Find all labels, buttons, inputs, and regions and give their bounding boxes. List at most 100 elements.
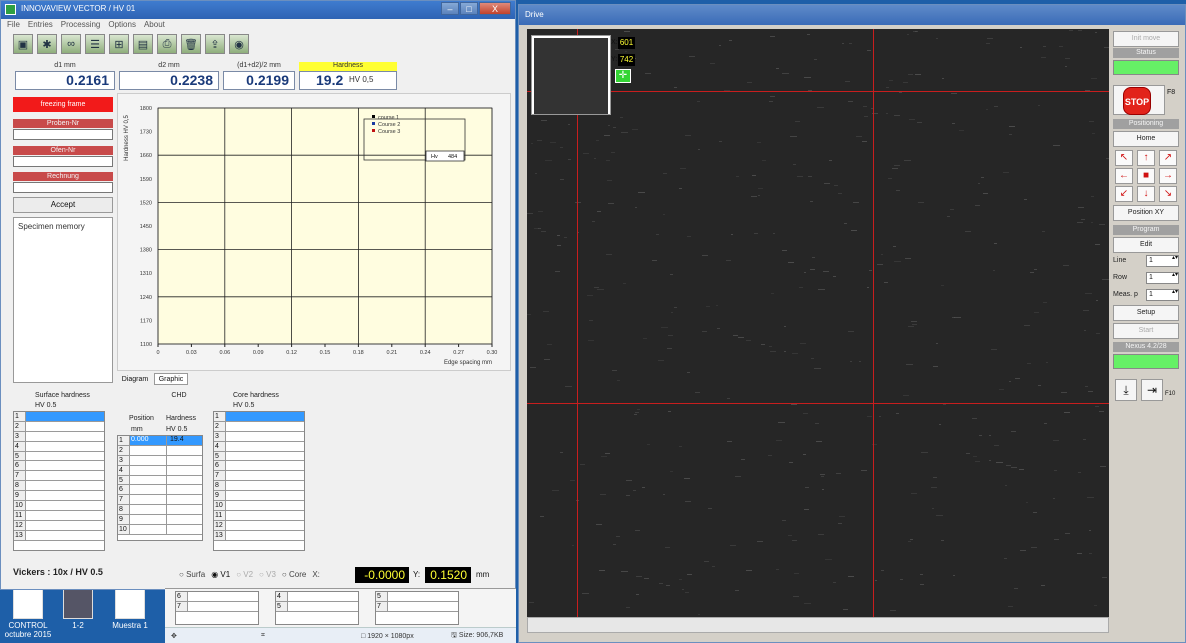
init-move-button[interactable]: Init move	[1113, 31, 1179, 47]
start-button[interactable]: Start	[1113, 323, 1179, 339]
table-row[interactable]: 1	[14, 412, 104, 422]
table-cell[interactable]	[26, 452, 104, 461]
arrow-up-left-icon[interactable]: ↖	[1115, 150, 1133, 166]
table-row[interactable]: 7	[118, 495, 203, 506]
table-row[interactable]: 3	[118, 455, 203, 466]
table-cell[interactable]	[165, 465, 203, 475]
table-cell[interactable]	[130, 495, 166, 504]
arrow-down-left-icon[interactable]: ↙	[1115, 186, 1133, 202]
table-cell[interactable]	[165, 455, 203, 465]
radio-v3[interactable]: ○ V3	[259, 570, 276, 579]
arrow-left-icon[interactable]: ←	[1115, 168, 1133, 184]
menu-entries[interactable]: Entries	[28, 20, 53, 32]
table-row[interactable]: 13	[214, 530, 304, 541]
explorer-table-3[interactable]: 5 7	[375, 591, 459, 625]
line-spinner[interactable]: 1	[1146, 255, 1179, 267]
overview-thumbnail[interactable]	[531, 35, 611, 115]
desktop-icon-control[interactable]: CONTROL octubre 2015	[2, 589, 54, 639]
table-cell[interactable]	[226, 422, 304, 431]
table-row[interactable]: 1	[214, 412, 304, 422]
table-cell[interactable]	[165, 475, 203, 485]
table-row[interactable]: 9	[214, 491, 304, 502]
home-button[interactable]: Home	[1113, 131, 1179, 147]
table-cell[interactable]	[226, 461, 304, 470]
table-cell[interactable]	[130, 515, 166, 524]
camera-view[interactable]: X: 601 Y: 742 ✛	[527, 29, 1109, 617]
drive-horizontal-scrollbar[interactable]	[527, 617, 1109, 633]
table-cell[interactable]	[226, 531, 304, 540]
desktop-icon-1-2[interactable]: 1-2	[52, 589, 104, 630]
table-row[interactable]: 9	[14, 491, 104, 502]
table-cell[interactable]	[165, 495, 203, 505]
open-image-icon[interactable]: ▣	[13, 34, 33, 54]
table-row[interactable]: 5	[14, 451, 104, 462]
setup-button[interactable]: Setup	[1113, 305, 1179, 321]
table-cell[interactable]	[26, 531, 104, 540]
table-row[interactable]: 8	[118, 505, 203, 516]
specimen-memory-list[interactable]: Specimen memory	[13, 217, 113, 383]
delete-icon[interactable]: 🗑	[181, 34, 201, 54]
table-cell[interactable]	[26, 442, 104, 451]
table-cell[interactable]	[165, 445, 203, 455]
table-row[interactable]: 5	[214, 451, 304, 462]
menu-processing[interactable]: Processing	[61, 20, 101, 32]
arrow-right-icon[interactable]: →	[1159, 168, 1177, 184]
menu-file[interactable]: File	[7, 20, 20, 32]
table-cell[interactable]	[165, 505, 203, 515]
proben-nr-input[interactable]	[13, 129, 113, 140]
center-target-icon[interactable]: ✛	[615, 69, 631, 83]
accept-button[interactable]: Accept	[13, 197, 113, 213]
add-table-icon[interactable]: ⊞	[109, 34, 129, 54]
table-cell[interactable]	[226, 412, 304, 421]
arrow-down-right-icon[interactable]: ↘	[1159, 186, 1177, 202]
link-icon[interactable]: ∞	[61, 34, 81, 54]
table-row[interactable]: 8	[214, 481, 304, 492]
table-row[interactable]: 4	[214, 441, 304, 452]
radio-v2[interactable]: ○ V2	[236, 570, 253, 579]
print-icon[interactable]: ⎙	[157, 34, 177, 54]
table-cell[interactable]	[26, 471, 104, 480]
rechnung-input[interactable]	[13, 182, 113, 193]
radio-v1[interactable]: ◉ V1	[211, 570, 230, 579]
table-cell[interactable]	[130, 525, 166, 534]
table-cell[interactable]	[226, 501, 304, 510]
freezing-frame-button[interactable]: freezing frame	[13, 97, 113, 112]
table-cell[interactable]	[130, 446, 166, 455]
table-cell[interactable]	[226, 471, 304, 480]
tab-diagram[interactable]: Diagram	[117, 374, 153, 385]
table-row[interactable]: 2	[214, 421, 304, 432]
center-stop-icon[interactable]: ■	[1137, 168, 1155, 184]
table-cell[interactable]	[26, 511, 104, 520]
table-row[interactable]: 11	[14, 510, 104, 521]
stop-button[interactable]: STOP	[1113, 85, 1165, 115]
table-cell[interactable]	[130, 485, 166, 494]
table-row[interactable]: 3	[14, 431, 104, 442]
radio-surface[interactable]: ○ Surfa	[179, 570, 205, 579]
table-cell[interactable]	[26, 491, 104, 500]
table-row[interactable]: 8	[14, 481, 104, 492]
export-icon[interactable]: ⇪	[205, 34, 225, 54]
table-cell[interactable]	[165, 515, 203, 525]
position-xy-button[interactable]: Position XY	[1113, 205, 1179, 221]
row-spinner[interactable]: 1	[1146, 272, 1179, 284]
camera-icon[interactable]: ◉	[229, 34, 249, 54]
explorer-table-1[interactable]: 6 7	[175, 591, 259, 625]
table-row[interactable]: 2	[118, 445, 203, 456]
table-row[interactable]: 5	[118, 475, 203, 486]
explorer-table-2[interactable]: 4 5	[275, 591, 359, 625]
table-cell[interactable]	[226, 521, 304, 530]
table-row[interactable]: 9	[118, 515, 203, 526]
tab-graphic[interactable]: Graphic	[154, 373, 188, 385]
surface-hardness-table[interactable]: 1 2 3 4 5 6 7 8 9 10 11 12 13	[13, 411, 105, 551]
arrow-up-right-icon[interactable]: ↗	[1159, 150, 1177, 166]
table-cell[interactable]	[226, 491, 304, 500]
table-cell[interactable]	[26, 412, 104, 421]
table-row[interactable]: 6	[214, 461, 304, 472]
table-row[interactable]: 2	[14, 421, 104, 432]
menu-about[interactable]: About	[144, 20, 165, 32]
table-cell[interactable]	[26, 432, 104, 441]
minimize-button[interactable]: –	[441, 2, 459, 15]
table-cell[interactable]	[130, 456, 166, 465]
maximize-button[interactable]: □	[460, 2, 478, 15]
table-row[interactable]: 11	[214, 510, 304, 521]
